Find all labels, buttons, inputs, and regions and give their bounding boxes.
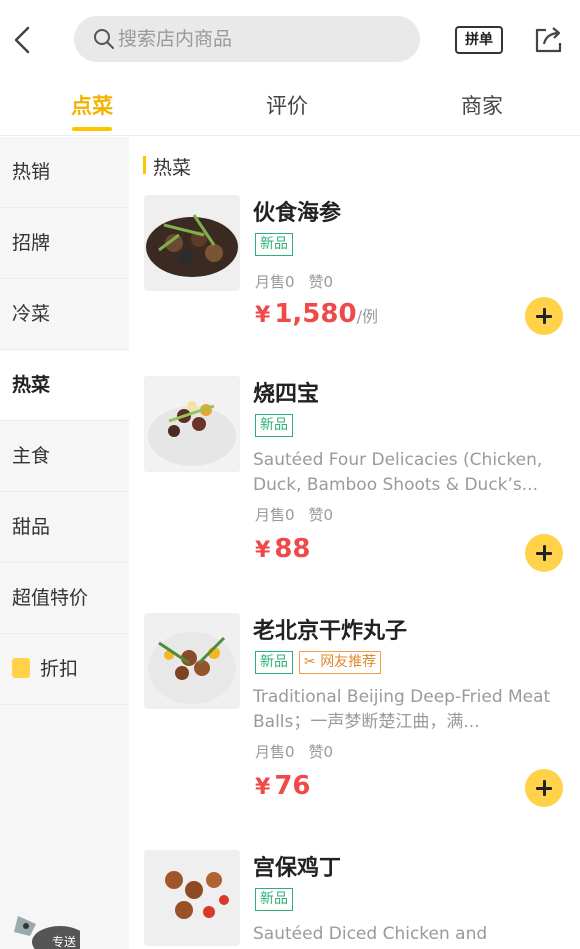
category-label: 冷菜 bbox=[12, 303, 51, 325]
badge-row: 新品 ✂ 网友推荐 bbox=[255, 651, 387, 674]
new-badge: 新品 bbox=[255, 888, 293, 911]
add-to-cart-button[interactable] bbox=[525, 534, 563, 572]
delivery-mascot-icon[interactable]: 专送 bbox=[0, 906, 80, 949]
share-icon[interactable] bbox=[532, 24, 566, 56]
badge-row: 新品 bbox=[255, 414, 299, 437]
recommended-label: 网友推荐 bbox=[320, 654, 377, 670]
likes-count: 赞0 bbox=[308, 743, 334, 761]
category-label: 热菜 bbox=[12, 374, 51, 396]
dish-image bbox=[144, 376, 240, 472]
category-label: 折扣 bbox=[40, 658, 79, 680]
dish-name: 烧四宝 bbox=[253, 382, 320, 407]
category-signature[interactable]: 招牌 bbox=[0, 208, 129, 279]
dish-image bbox=[144, 613, 240, 709]
likes-count: 赞0 bbox=[308, 506, 334, 524]
dish-name: 老北京干炸丸子 bbox=[253, 619, 408, 644]
dish-name: 伙食海参 bbox=[253, 201, 342, 226]
group-order-button[interactable]: 拼单 bbox=[455, 26, 503, 54]
category-special-offer[interactable]: 超值特价 bbox=[0, 563, 129, 634]
category-dessert[interactable]: 甜品 bbox=[0, 492, 129, 563]
menu-list: 热菜 伙食海参 新品 月售0 赞0 ¥1,580/例 烧四宝 新品 Sautée… bbox=[129, 137, 580, 949]
category-discount[interactable]: 折扣 bbox=[0, 634, 129, 705]
monthly-sales: 月售0 bbox=[255, 743, 295, 761]
new-badge: 新品 bbox=[255, 414, 293, 437]
delivery-label: 专送 bbox=[52, 934, 76, 949]
likes-count: 赞0 bbox=[308, 273, 334, 291]
tab-order[interactable]: 点菜 bbox=[32, 90, 152, 120]
dish-description: Traditional Beijing Deep-Fried Meat Ball… bbox=[253, 687, 551, 732]
tab-merchant[interactable]: 商家 bbox=[422, 90, 542, 120]
monthly-sales: 月售0 bbox=[255, 506, 295, 524]
section-title: 热菜 bbox=[143, 153, 191, 180]
tab-bar: 点菜 评价 商家 bbox=[0, 80, 580, 136]
category-label: 超值特价 bbox=[12, 587, 89, 609]
category-hot-dishes[interactable]: 热菜 bbox=[0, 350, 129, 421]
category-label: 热销 bbox=[12, 161, 51, 183]
dish-description: Sautéed Diced Chicken and bbox=[253, 924, 488, 944]
badge-row: 新品 bbox=[255, 233, 299, 256]
price-unit: /例 bbox=[356, 307, 378, 326]
monthly-sales: 月售0 bbox=[255, 273, 295, 291]
currency-symbol: ¥ bbox=[255, 775, 271, 800]
new-badge: 新品 bbox=[255, 233, 293, 256]
badge-row: 新品 bbox=[255, 888, 299, 911]
dish-stats: 月售0 赞0 bbox=[255, 741, 347, 762]
search-input[interactable]: 搜索店内商品 bbox=[74, 16, 420, 62]
dish-name: 宫保鸡丁 bbox=[253, 856, 342, 881]
recommended-badge: ✂ 网友推荐 bbox=[299, 651, 382, 674]
category-staple[interactable]: 主食 bbox=[0, 421, 129, 492]
dish-stats: 月售0 赞0 bbox=[255, 271, 347, 292]
add-to-cart-button[interactable] bbox=[525, 297, 563, 335]
thumbs-up-icon: ✂ bbox=[304, 654, 316, 670]
category-cold-dishes[interactable]: 冷菜 bbox=[0, 279, 129, 350]
category-label: 甜品 bbox=[12, 516, 51, 538]
category-hot-sales[interactable]: 热销 bbox=[0, 137, 129, 208]
new-badge: 新品 bbox=[255, 651, 293, 674]
category-label: 招牌 bbox=[12, 232, 51, 254]
dish-stats: 月售0 赞0 bbox=[255, 504, 347, 525]
price-value: 76 bbox=[274, 771, 311, 801]
category-label: 主食 bbox=[12, 445, 51, 467]
top-bar: 搜索店内商品 拼单 bbox=[0, 0, 580, 80]
back-arrow-icon[interactable] bbox=[8, 20, 38, 60]
dish-description: Sautéed Four Delicacies (Chicken, Duck, … bbox=[253, 450, 543, 495]
dish-price: ¥88 bbox=[255, 534, 311, 564]
dish-image bbox=[144, 850, 240, 946]
search-icon bbox=[94, 29, 114, 49]
currency-symbol: ¥ bbox=[255, 538, 271, 563]
tab-reviews[interactable]: 评价 bbox=[227, 90, 347, 120]
active-tab-indicator bbox=[72, 127, 112, 131]
category-sidebar: 热销 招牌 冷菜 热菜 主食 甜品 超值特价 折扣 bbox=[0, 137, 129, 949]
search-placeholder: 搜索店内商品 bbox=[118, 28, 233, 50]
add-to-cart-button[interactable] bbox=[525, 769, 563, 807]
dish-price: ¥76 bbox=[255, 771, 311, 801]
price-value: 1,580 bbox=[274, 299, 357, 329]
currency-symbol: ¥ bbox=[255, 303, 271, 328]
price-value: 88 bbox=[274, 534, 311, 564]
dish-image bbox=[144, 195, 240, 291]
dish-price: ¥1,580/例 bbox=[255, 299, 378, 329]
discount-tag-icon bbox=[12, 657, 30, 678]
